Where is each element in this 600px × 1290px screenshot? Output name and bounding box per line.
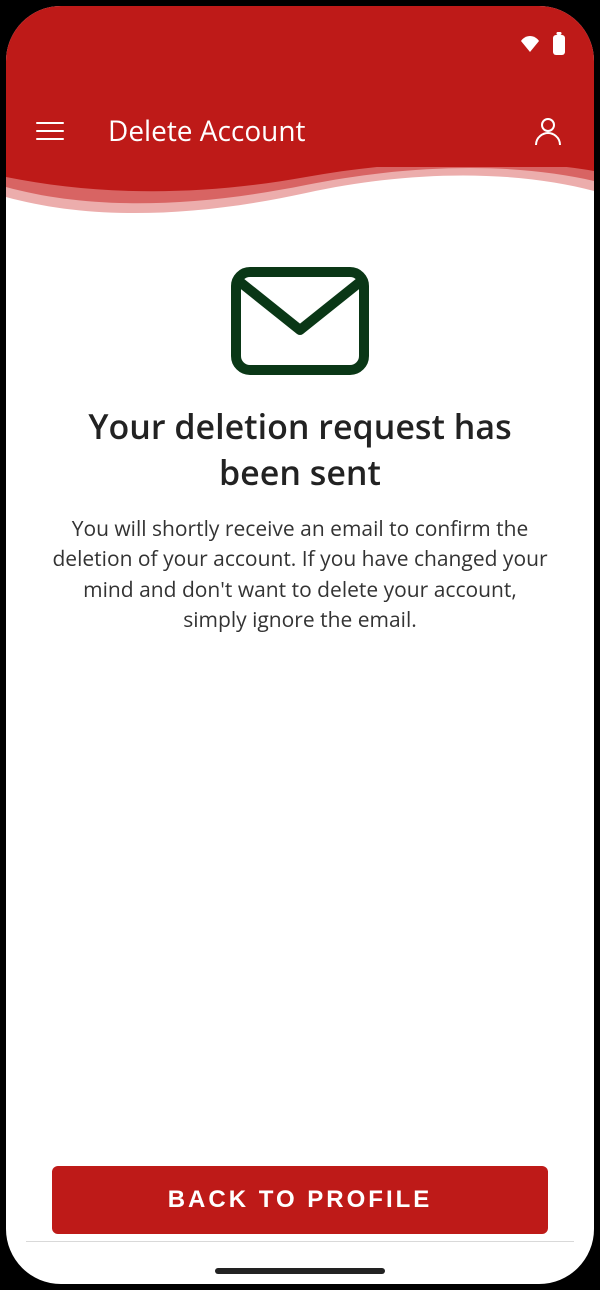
back-to-profile-button[interactable]: BACK TO PROFILE — [52, 1166, 548, 1234]
app-header: Delete Account — [6, 6, 594, 171]
bottom-divider — [26, 1241, 574, 1242]
toolbar: Delete Account — [6, 101, 594, 161]
page-title: Delete Account — [108, 112, 306, 150]
profile-icon[interactable] — [532, 115, 564, 147]
mail-icon — [46, 266, 554, 376]
confirmation-body: You will shortly receive an email to con… — [46, 514, 554, 636]
main-content: Your deletion request has been sent You … — [6, 216, 594, 1284]
wifi-icon — [518, 34, 542, 54]
confirmation-heading: Your deletion request has been sent — [46, 404, 554, 496]
battery-icon — [552, 32, 566, 56]
home-indicator — [215, 1268, 385, 1274]
status-bar — [518, 32, 566, 56]
menu-icon[interactable] — [36, 122, 64, 140]
app-screen: Delete Account Your deletion request has… — [6, 6, 594, 1284]
